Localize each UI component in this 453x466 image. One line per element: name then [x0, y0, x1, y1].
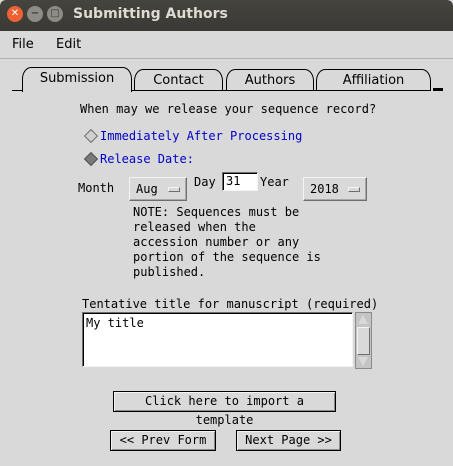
radio-immediate[interactable]	[83, 128, 99, 144]
manuscript-label: Tentative title for manuscript (required…	[82, 297, 379, 311]
note-line-4: portion of the sequence is	[133, 250, 321, 264]
tab-authors[interactable]: Authors	[226, 69, 314, 91]
day-value: 31	[226, 174, 241, 188]
month-label: Month	[78, 181, 115, 195]
radio-release-date[interactable]	[83, 151, 99, 167]
next-page-button[interactable]: Next Page >>	[236, 430, 341, 451]
note-line-5: published.	[133, 265, 206, 279]
dropdown-indicator-icon	[348, 187, 360, 192]
month-value: Aug	[136, 182, 158, 196]
tab-affiliation[interactable]: Affiliation	[316, 69, 431, 91]
manuscript-scrollbar[interactable]	[355, 312, 372, 369]
release-question: When may we release your sequence record…	[80, 102, 377, 116]
window-title: Submitting Authors	[73, 6, 228, 22]
option-release-date-label[interactable]: Release Date:	[100, 152, 194, 166]
close-icon[interactable]: ✕	[7, 6, 23, 22]
menu-file[interactable]: File	[12, 37, 34, 52]
note-line-3: accession number or any	[133, 235, 300, 249]
tab-contact[interactable]: Contact	[134, 69, 223, 91]
year-label: Year	[260, 175, 289, 189]
tab-submission[interactable]: Submission	[22, 67, 132, 92]
import-template-button[interactable]: Click here to import a template	[113, 391, 336, 427]
note-line-2: released when the	[133, 220, 256, 234]
menu-edit[interactable]: Edit	[56, 37, 81, 52]
note-line-1: NOTE: Sequences must be	[133, 205, 300, 219]
day-field[interactable]: 31	[222, 172, 258, 191]
scroll-thumb[interactable]	[357, 327, 370, 355]
option-immediate-label[interactable]: Immediately After Processing	[100, 129, 302, 143]
year-value: 2018	[310, 182, 339, 196]
scroll-up-icon[interactable]	[358, 315, 368, 324]
dropdown-indicator-icon	[168, 187, 180, 192]
manuscript-title-value: My title	[86, 316, 144, 330]
manuscript-title-field[interactable]: My title	[82, 312, 353, 367]
maximize-icon[interactable]: □	[47, 6, 63, 22]
menu-bar: File Edit	[0, 31, 453, 59]
year-select[interactable]: 2018	[303, 177, 367, 201]
day-label: Day	[194, 175, 216, 189]
month-select[interactable]: Aug	[129, 177, 187, 201]
scroll-down-icon[interactable]	[358, 357, 368, 366]
minimize-icon[interactable]: −	[27, 6, 43, 22]
title-bar: ✕ − □ Submitting Authors	[0, 0, 453, 31]
tab-overflow-indicator	[433, 88, 443, 91]
prev-form-button[interactable]: << Prev Form	[110, 430, 216, 451]
